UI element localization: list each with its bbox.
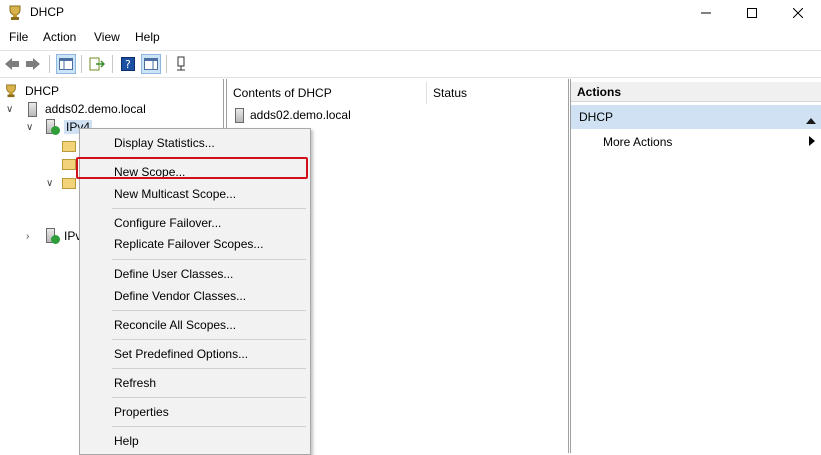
show-hide-console-tree-icon[interactable]: [56, 54, 76, 74]
filter-folder-icon: [62, 177, 76, 189]
chevron-down-icon[interactable]: ∨: [46, 178, 58, 189]
menu-item-help[interactable]: Help: [114, 432, 139, 450]
actions-title: Actions: [571, 82, 821, 102]
menu-item-define-user-classes[interactable]: Define User Classes...: [114, 265, 233, 283]
menu-view[interactable]: View: [94, 30, 120, 44]
column-header-name[interactable]: Contents of DHCP: [233, 82, 332, 104]
ipv4-server-icon: [46, 119, 60, 135]
menu-item-refresh[interactable]: Refresh: [114, 374, 156, 392]
actions-section-label: DHCP: [579, 110, 614, 124]
menu-file[interactable]: File: [9, 30, 28, 44]
menu-item-set-predefined-options[interactable]: Set Predefined Options...: [114, 345, 248, 363]
tree-item-policies[interactable]: ∨: [46, 174, 76, 192]
chevron-down-icon[interactable]: ∨: [6, 104, 18, 115]
menu-help[interactable]: Help: [135, 30, 160, 44]
menu-item-display-statistics[interactable]: Display Statistics...: [114, 134, 215, 152]
menu-item-replicate-failover-scopes[interactable]: Replicate Failover Scopes...: [114, 235, 263, 253]
collapse-triangle-icon[interactable]: [806, 113, 816, 127]
folder-icon: [62, 159, 76, 170]
help-icon[interactable]: ?: [118, 54, 138, 74]
export-list-icon[interactable]: [87, 54, 107, 74]
more-actions-label: More Actions: [603, 135, 673, 149]
show-hide-action-pane-icon[interactable]: [141, 54, 161, 74]
actions-pane: Actions DHCP More Actions: [570, 79, 821, 453]
minimize-button[interactable]: [683, 0, 729, 26]
window-title: DHCP: [30, 5, 65, 19]
new-scope-highlight-box: [76, 157, 308, 179]
toolbar: ?: [0, 50, 821, 78]
server-icon: [28, 101, 37, 117]
menu-item-reconcile-all-scopes[interactable]: Reconcile All Scopes...: [114, 316, 236, 334]
folder-icon: [62, 141, 76, 152]
column-header-status[interactable]: Status: [433, 82, 467, 104]
chevron-right-icon[interactable]: ›: [26, 231, 38, 242]
tree-label-server: adds02.demo.local: [45, 102, 146, 116]
forward-arrow-icon[interactable]: [23, 54, 43, 74]
tree-item-ipv6[interactable]: › IPv: [26, 227, 81, 245]
menu-item-properties[interactable]: Properties: [114, 403, 169, 421]
ipv6-server-icon: [46, 228, 60, 244]
server-status-icon[interactable]: [171, 54, 191, 74]
menu-item-define-vendor-classes[interactable]: Define Vendor Classes...: [114, 287, 246, 305]
dhcp-trophy-icon: [7, 5, 23, 21]
actions-section-dhcp[interactable]: DHCP: [571, 105, 821, 129]
list-item[interactable]: adds02.demo.local: [235, 106, 351, 124]
svg-text:?: ?: [125, 58, 131, 71]
close-button[interactable]: [775, 0, 821, 26]
tree-item-dhcp[interactable]: DHCP: [4, 82, 59, 100]
chevron-down-icon[interactable]: ∨: [26, 122, 38, 133]
list-item-name: adds02.demo.local: [250, 108, 351, 122]
maximize-button[interactable]: [729, 0, 775, 26]
more-actions-item[interactable]: More Actions: [603, 133, 815, 151]
title-bar: DHCP: [0, 0, 821, 26]
menu-item-new-multicast-scope[interactable]: New Multicast Scope...: [114, 185, 236, 203]
tree-item-server[interactable]: ∨ adds02.demo.local: [6, 100, 146, 118]
tree-label-dhcp: DHCP: [25, 84, 60, 98]
menu-item-configure-failover[interactable]: Configure Failover...: [114, 214, 221, 232]
menu-action[interactable]: Action: [43, 30, 76, 44]
back-arrow-icon[interactable]: [2, 54, 22, 74]
server-icon: [235, 107, 244, 123]
submenu-arrow-icon: [809, 135, 815, 149]
dhcp-trophy-icon: [4, 84, 20, 98]
